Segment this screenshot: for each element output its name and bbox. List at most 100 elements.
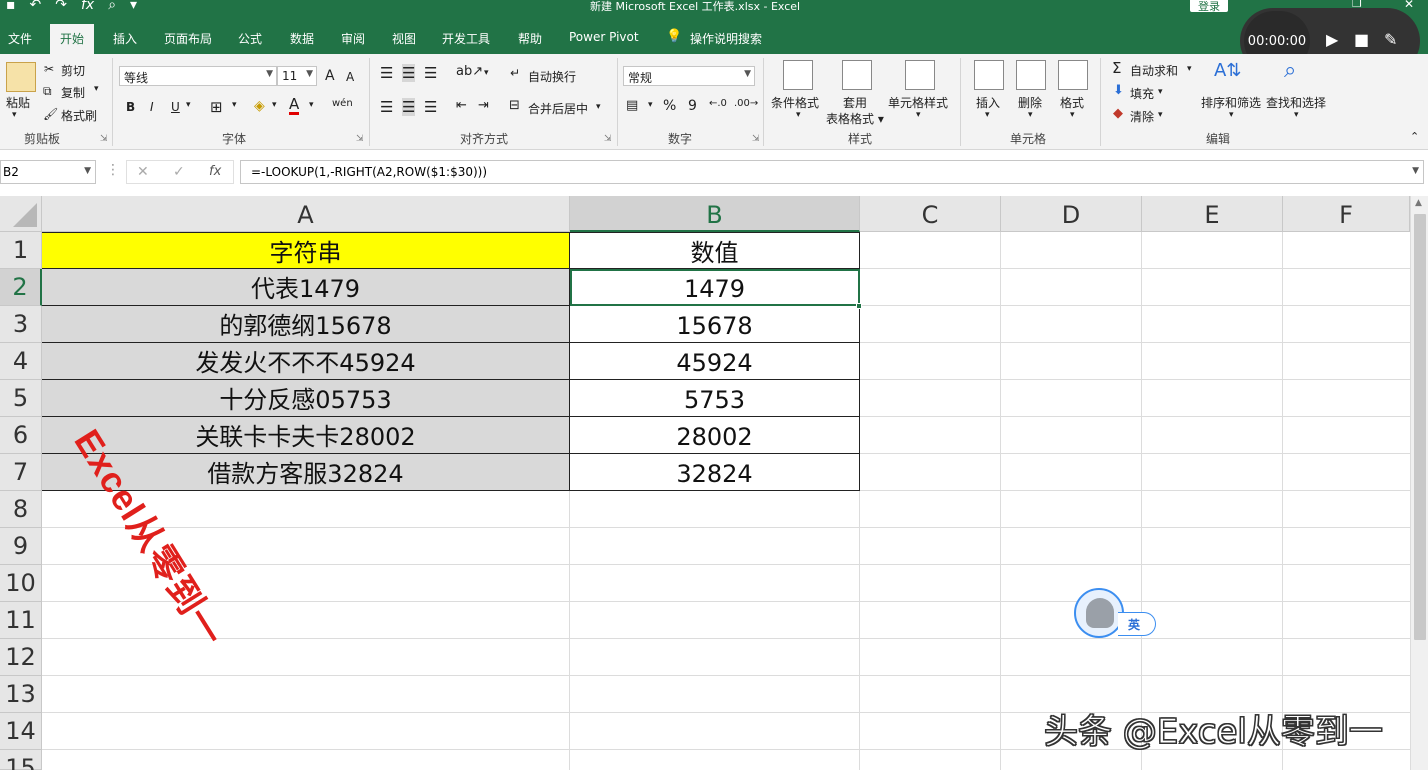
increase-decimal-icon[interactable]: ←.0 [709, 98, 727, 109]
paste-dropdown-icon[interactable]: ▾ [12, 110, 17, 120]
stop-icon[interactable]: ■ [1354, 30, 1369, 49]
format-dropdown-icon[interactable]: ▾ [1070, 110, 1075, 120]
cell-styles-button[interactable]: 单元格样式 [888, 94, 948, 111]
expand-formula-icon[interactable]: ▼ [1412, 166, 1419, 176]
copy-icon[interactable]: ⧉ [43, 84, 52, 99]
copy-dropdown-icon[interactable]: ▾ [94, 84, 99, 94]
cell-b5[interactable]: 5753 [570, 380, 860, 417]
cell-styles-icon[interactable] [905, 60, 935, 90]
tab-help[interactable]: 帮助 [518, 30, 542, 47]
align-center-icon[interactable]: ☰ [402, 98, 416, 116]
increase-indent-icon[interactable]: ⇥ [478, 98, 489, 113]
merge-center-button[interactable]: 合并后居中 [528, 100, 588, 117]
name-box[interactable]: B2 ▼ [0, 160, 96, 184]
row-header-3[interactable]: 3 [0, 306, 42, 343]
clear-button[interactable]: 清除 [1130, 108, 1154, 125]
borders-dropdown-icon[interactable]: ▾ [232, 100, 237, 110]
row-header-14[interactable]: 14 [0, 713, 42, 750]
conditional-dropdown-icon[interactable]: ▾ [796, 110, 801, 120]
row-header-10[interactable]: 10 [0, 565, 42, 602]
percent-button[interactable]: % [663, 98, 676, 114]
autosum-icon[interactable]: Σ [1112, 59, 1121, 77]
currency-icon[interactable]: ▤ [626, 98, 638, 113]
insert-cells-button[interactable]: 插入 [976, 94, 1000, 111]
format-as-table-icon[interactable] [842, 60, 872, 90]
comma-style-button[interactable]: 9 [688, 98, 697, 114]
merge-dropdown-icon[interactable]: ▾ [596, 102, 601, 112]
cell-a3[interactable]: 的郭德纲15678 [42, 306, 570, 343]
row-header-12[interactable]: 12 [0, 639, 42, 676]
fill-dropdown-icon[interactable]: ▾ [1158, 87, 1163, 97]
decrease-decimal-icon[interactable]: .00→ [734, 98, 758, 109]
vertical-scrollbar[interactable]: ▲ [1410, 196, 1428, 770]
row-header-8[interactable]: 8 [0, 491, 42, 528]
formula-input[interactable]: =-LOOKUP(1,-RIGHT(A2,ROW($1:$30))) ▼ [240, 160, 1424, 184]
align-middle-icon[interactable]: ☰ [402, 64, 416, 82]
pen-icon[interactable]: ✎ [1384, 30, 1397, 49]
scrollbar-thumb[interactable] [1414, 214, 1426, 640]
format-painter-icon[interactable]: 🖌 [43, 107, 58, 121]
grow-font-button[interactable]: A [325, 68, 335, 84]
format-painter-button[interactable]: 格式刷 [61, 107, 97, 124]
underline-button[interactable]: U [171, 100, 180, 114]
tab-view[interactable]: 视图 [392, 30, 416, 47]
autosum-dropdown-icon[interactable]: ▾ [1187, 64, 1192, 74]
format-as-table-button-line1[interactable]: 套用 [843, 94, 867, 111]
column-header-b[interactable]: B [570, 196, 860, 232]
tab-formulas[interactable]: 公式 [238, 30, 262, 47]
cancel-icon[interactable]: ✕ [137, 164, 149, 180]
format-cells-button[interactable]: 格式 [1060, 94, 1084, 111]
cell-b4[interactable]: 45924 [570, 343, 860, 380]
cell-a4[interactable]: 发发火不不不45924 [42, 343, 570, 380]
underline-dropdown-icon[interactable]: ▾ [186, 100, 191, 110]
find-dropdown-icon[interactable]: ▾ [1294, 110, 1299, 120]
autosum-button[interactable]: 自动求和 [1130, 62, 1178, 79]
delete-cells-button[interactable]: 删除 [1018, 94, 1042, 111]
cell-a5[interactable]: 十分反感05753 [42, 380, 570, 417]
cell-styles-dropdown-icon[interactable]: ▾ [916, 110, 921, 120]
italic-button[interactable]: I [150, 100, 154, 114]
fill-color-icon[interactable]: ◈ [254, 98, 265, 114]
cut-button[interactable]: 剪切 [61, 62, 85, 79]
worksheet-grid[interactable]: A B C D E F 1 2 3 4 5 6 7 8 9 10 11 12 1… [0, 196, 1428, 770]
fill-color-dropdown-icon[interactable]: ▾ [272, 100, 277, 110]
orientation-dropdown-icon[interactable]: ▾ [484, 68, 489, 78]
fill-down-icon[interactable]: ⬇ [1113, 83, 1124, 98]
search-icon[interactable]: ⌕ [1284, 58, 1296, 83]
conditional-formatting-icon[interactable] [783, 60, 813, 90]
clipboard-launcher-icon[interactable]: ⇲ [100, 134, 108, 144]
eraser-icon[interactable]: ◆ [1113, 106, 1123, 121]
row-header-11[interactable]: 11 [0, 602, 42, 639]
number-launcher-icon[interactable]: ⇲ [752, 134, 760, 144]
align-bottom-icon[interactable]: ☰ [424, 64, 437, 82]
conditional-formatting-button[interactable]: 条件格式 [771, 94, 819, 111]
row-header-9[interactable]: 9 [0, 528, 42, 565]
number-format-combo[interactable]: 常规 ▼ [623, 66, 755, 86]
borders-icon[interactable]: ⊞ [210, 98, 223, 116]
font-color-dropdown-icon[interactable]: ▾ [309, 100, 314, 110]
font-launcher-icon[interactable]: ⇲ [356, 134, 364, 144]
tab-file[interactable]: 文件 [8, 30, 32, 47]
paste-button[interactable]: 粘贴 [6, 94, 30, 111]
bold-button[interactable]: B [126, 100, 135, 114]
column-header-d[interactable]: D [1001, 196, 1142, 232]
align-left-icon[interactable]: ☰ [380, 98, 393, 116]
paste-icon[interactable] [6, 62, 36, 92]
column-header-a[interactable]: A [42, 196, 570, 232]
column-header-e[interactable]: E [1142, 196, 1283, 232]
wrap-text-icon[interactable]: ↵ [510, 66, 520, 80]
format-as-table-button-line2[interactable]: 表格格式 ▾ [826, 110, 884, 127]
shrink-font-button[interactable]: A [346, 70, 354, 84]
align-top-icon[interactable]: ☰ [380, 64, 393, 82]
phonetic-guide-button[interactable]: wén [332, 98, 353, 109]
row-header-7[interactable]: 7 [0, 454, 42, 491]
tab-insert[interactable]: 插入 [113, 30, 137, 47]
row-header-6[interactable]: 6 [0, 417, 42, 454]
row-header-5[interactable]: 5 [0, 380, 42, 417]
sort-filter-icon[interactable]: A⇅ [1214, 60, 1241, 81]
row-header-1[interactable]: 1 [0, 232, 42, 269]
delete-dropdown-icon[interactable]: ▾ [1028, 110, 1033, 120]
enter-icon[interactable]: ✓ [173, 164, 185, 180]
alignment-launcher-icon[interactable]: ⇲ [604, 134, 612, 144]
select-all-button[interactable] [0, 196, 42, 232]
